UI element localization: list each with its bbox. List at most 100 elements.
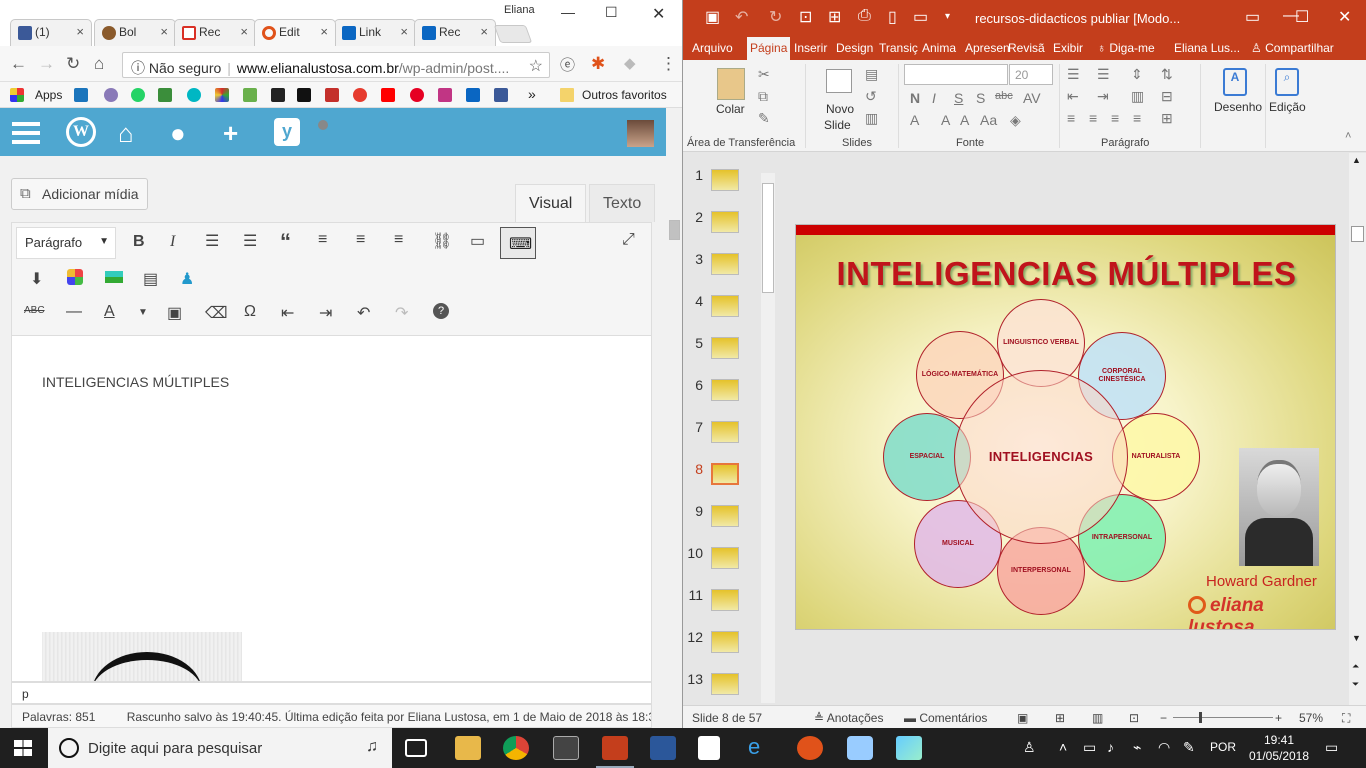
reload-icon[interactable]: ↻ [66, 54, 80, 74]
other-favorites-label[interactable]: Outros favoritos [582, 88, 667, 102]
smartart-icon[interactable]: ⊞ [1161, 110, 1173, 127]
numbered-list-icon[interactable]: ☰ [243, 231, 257, 251]
notes-app-icon[interactable] [896, 736, 922, 760]
profile-name[interactable]: Eliana [504, 4, 535, 16]
tab-animations[interactable]: Anima [922, 41, 956, 55]
bullet-list-icon[interactable]: ☰ [205, 231, 219, 251]
browser-tab-editor[interactable]: Edit × [254, 19, 336, 46]
horizontal-line-icon[interactable]: — [66, 303, 82, 321]
howard-gardner-photo[interactable] [1239, 448, 1319, 566]
browser-tab-gmail[interactable]: Rec × [174, 19, 256, 46]
char-spacing-icon[interactable]: AV [1023, 90, 1041, 106]
bullets-icon[interactable]: ☰ [1067, 66, 1080, 83]
bookmark-icon[interactable] [325, 88, 339, 102]
slide-thumbnail[interactable] [711, 211, 739, 233]
link-icon[interactable]: ⛓ [432, 231, 452, 251]
toolbar-toggle-button[interactable]: ⌨ [500, 227, 536, 259]
tab-slideshow[interactable]: Apresen [965, 41, 1010, 55]
upload-icon[interactable]: ⬇ [30, 269, 43, 289]
home-icon[interactable]: ⌂ [94, 54, 104, 74]
scroll-down-icon[interactable]: ▼ [1352, 633, 1361, 643]
shadow-icon[interactable]: S [976, 90, 985, 106]
close-tab-icon[interactable]: × [400, 24, 408, 39]
word-icon[interactable] [650, 736, 676, 760]
indent-icon[interactable]: ⇥ [319, 303, 332, 323]
blockquote-icon[interactable]: “ [280, 229, 291, 255]
windows-start-icon[interactable] [14, 740, 32, 756]
slide-thumbnail[interactable] [711, 379, 739, 401]
account-name[interactable]: Eliana Lus... [1174, 41, 1240, 55]
slide-thumbnail[interactable] [711, 547, 739, 569]
line-spacing-icon[interactable]: ⇕ [1131, 66, 1143, 83]
clear-formatting-icon[interactable]: ⌫ [205, 303, 228, 323]
increase-indent-icon[interactable]: ⇥ [1097, 88, 1109, 105]
customize-qat-icon[interactable]: ▾ [945, 11, 950, 22]
zoom-in-icon[interactable]: + [1275, 711, 1282, 725]
address-bar[interactable]: ⓘ Não seguro | www.elianalustosa.com.br/wp… [122, 52, 550, 78]
ribbon-display-icon[interactable]: ▭ [1245, 7, 1260, 27]
bold-icon[interactable]: B [133, 233, 145, 251]
decrease-indent-icon[interactable]: ⇤ [1067, 88, 1079, 105]
bookmark-icon[interactable] [74, 88, 88, 102]
normal-view-icon[interactable]: ▣ [1017, 711, 1028, 725]
battery-icon[interactable]: ▭ [1083, 739, 1096, 756]
editor-content[interactable]: INTELIGENCIAS MÚLTIPLES [11, 336, 652, 682]
align-center-icon[interactable]: ≡ [1089, 110, 1097, 126]
pixabay-icon[interactable] [243, 88, 257, 102]
zoom-slider[interactable] [1173, 712, 1273, 723]
forward-arrow-icon[interactable]: → [38, 54, 55, 74]
network-icon[interactable]: ⌁ [1133, 739, 1141, 756]
new-slide-icon[interactable] [826, 69, 852, 93]
edge-icon[interactable]: e [748, 734, 774, 759]
wifi-icon[interactable]: ◠ [1158, 739, 1170, 756]
bookmark-icon[interactable] [353, 88, 367, 102]
slide-thumbnail[interactable] [711, 169, 739, 191]
slide-thumbnail[interactable] [711, 673, 739, 695]
people-icon[interactable]: ♙ [1023, 739, 1036, 756]
close-window-icon[interactable]: ✕ [1338, 7, 1351, 27]
reading-view-icon[interactable]: ▥ [1092, 711, 1103, 725]
paste-icon[interactable] [717, 68, 745, 100]
author-caption[interactable]: Howard Gardner [1206, 573, 1317, 590]
scroll-up-icon[interactable]: ▲ [1352, 155, 1361, 165]
close-tab-icon[interactable]: × [320, 24, 328, 39]
browser-tab-facebook[interactable]: (1) × [10, 19, 92, 46]
slide-thumbnail[interactable] [711, 337, 739, 359]
add-new-icon[interactable]: + [223, 118, 238, 149]
store-icon[interactable] [698, 736, 720, 760]
zoom-out-icon[interactable]: − [1160, 711, 1167, 725]
find-icon[interactable]: ⌕ [1275, 68, 1299, 96]
grow-font-icon[interactable]: A [941, 112, 950, 128]
center-circle[interactable]: INTELIGENCIAS [954, 370, 1128, 544]
user-avatar[interactable] [627, 120, 654, 147]
whatsapp-icon[interactable] [131, 88, 145, 102]
blocks-icon[interactable] [67, 269, 83, 285]
layout-icon[interactable]: ▤ [865, 66, 878, 83]
tab-visual[interactable]: Visual [515, 184, 587, 222]
info-icon[interactable]: ⓘ [131, 60, 145, 76]
close-window-icon[interactable]: ✕ [652, 4, 665, 24]
bold-icon[interactable]: N [910, 90, 920, 106]
read-more-icon[interactable]: ▭ [470, 231, 485, 251]
thumbnails-scrollbar[interactable] [761, 173, 775, 703]
outdent-icon[interactable]: ⇤ [281, 303, 294, 323]
strikethrough-icon[interactable]: ABC [24, 305, 45, 316]
text-color-icon[interactable]: A [104, 303, 115, 321]
align-text-icon[interactable]: ⊟ [1161, 88, 1173, 105]
underline-icon[interactable]: S [954, 90, 963, 106]
slide-sorter-icon[interactable]: ⊞ [1055, 711, 1065, 725]
notifications-icon[interactable]: ▭ [1325, 739, 1338, 756]
tab-design[interactable]: Design [836, 41, 873, 55]
align-right-icon[interactable]: ≡ [1111, 110, 1119, 126]
slide-title[interactable]: INTELIGENCIAS MÚLTIPLES [796, 255, 1335, 293]
shrink-font-icon[interactable]: A [960, 112, 969, 128]
editing-button[interactable]: Edição [1269, 100, 1306, 114]
comments-icon[interactable]: ● [170, 118, 186, 149]
reset-icon[interactable]: ↺ [865, 88, 877, 105]
fit-slide-icon[interactable]: ⛶ [1342, 711, 1350, 726]
italic-icon[interactable]: I [170, 233, 175, 251]
powerpoint-icon[interactable] [596, 736, 634, 768]
new-file-icon[interactable]: ▯ [888, 7, 897, 27]
quick-access-icon[interactable]: ⊞ [828, 7, 841, 27]
tell-me-search[interactable]: ♁ Diga-me [1097, 41, 1155, 55]
